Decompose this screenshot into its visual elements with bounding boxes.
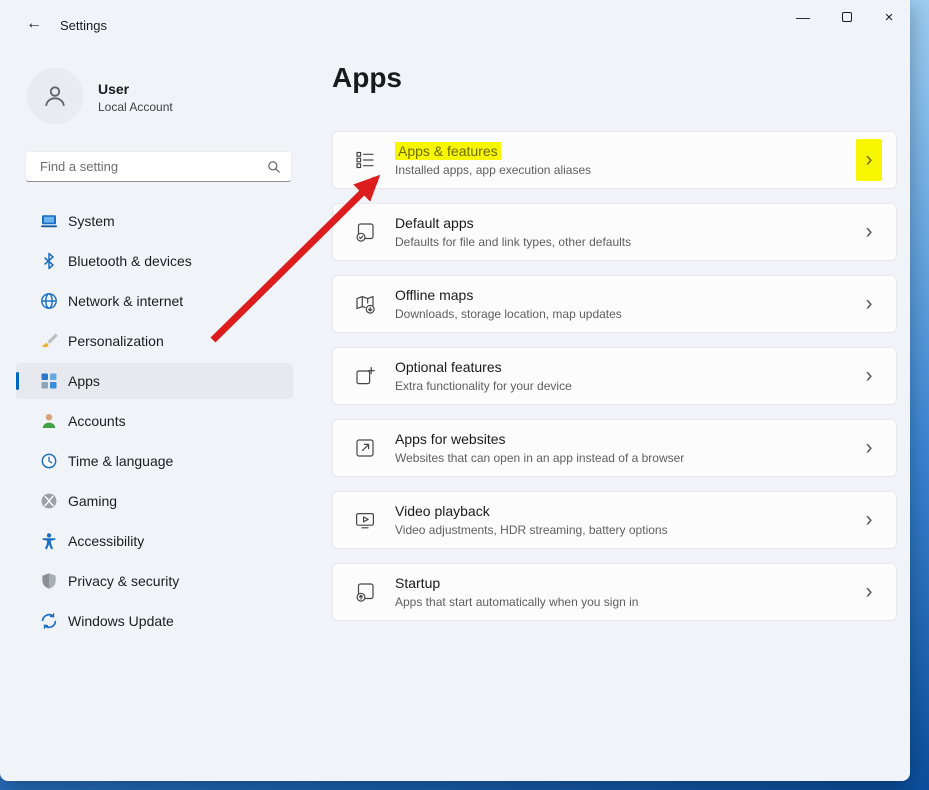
chevron-right-icon: › bbox=[856, 499, 882, 541]
card-offline-maps[interactable]: Offline maps Downloads, storage location… bbox=[332, 275, 897, 333]
window-title: Settings bbox=[60, 18, 107, 33]
card-video-playback[interactable]: Video playback Video adjustments, HDR st… bbox=[332, 491, 897, 549]
card-startup[interactable]: Startup Apps that start automatically wh… bbox=[332, 563, 897, 621]
card-subtitle: Video adjustments, HDR streaming, batter… bbox=[395, 523, 668, 537]
card-title: Optional features bbox=[395, 359, 572, 376]
personalization-icon bbox=[40, 332, 58, 350]
sidebar-item-time-language[interactable]: Time & language bbox=[16, 443, 293, 479]
accessibility-icon bbox=[40, 532, 58, 550]
close-button[interactable]: × bbox=[868, 0, 910, 34]
card-title: Video playback bbox=[395, 503, 668, 520]
selected-indicator bbox=[16, 372, 19, 390]
chevron-right-icon: › bbox=[856, 355, 882, 397]
maximize-icon bbox=[842, 12, 852, 22]
sidebar-item-privacy-security[interactable]: Privacy & security bbox=[16, 563, 293, 599]
bluetooth-icon bbox=[40, 252, 58, 270]
sidebar-item-windows-update[interactable]: Windows Update bbox=[16, 603, 293, 639]
sidebar-item-gaming[interactable]: Gaming bbox=[16, 483, 293, 519]
card-subtitle: Apps that start automatically when you s… bbox=[395, 595, 638, 609]
offline-maps-icon bbox=[353, 292, 377, 316]
sidebar-item-label: Privacy & security bbox=[68, 573, 179, 589]
sidebar-item-label: Apps bbox=[68, 373, 100, 389]
sidebar-item-accounts[interactable]: Accounts bbox=[16, 403, 293, 439]
back-arrow-icon: ← bbox=[26, 15, 42, 32]
sidebar-item-system[interactable]: System bbox=[16, 203, 293, 239]
sidebar-nav: System Bluetooth & devices Network & int… bbox=[16, 203, 293, 643]
sidebar-item-label: Personalization bbox=[68, 333, 164, 349]
search-icon bbox=[267, 160, 281, 174]
minimize-button[interactable]: — bbox=[782, 0, 824, 34]
startup-icon bbox=[353, 580, 377, 604]
privacy-security-icon bbox=[40, 572, 58, 590]
user-icon bbox=[41, 82, 69, 110]
user-account-type: Local Account bbox=[98, 100, 173, 114]
title-bar: ← Settings — × bbox=[0, 0, 910, 48]
close-icon: × bbox=[885, 9, 894, 26]
sidebar-item-label: Accessibility bbox=[68, 533, 144, 549]
card-subtitle: Downloads, storage location, map updates bbox=[395, 307, 622, 321]
windows-update-icon bbox=[40, 612, 58, 630]
sidebar-item-accessibility[interactable]: Accessibility bbox=[16, 523, 293, 559]
maximize-button[interactable] bbox=[826, 0, 868, 34]
card-title: Default apps bbox=[395, 215, 631, 232]
card-default-apps[interactable]: Default apps Defaults for file and link … bbox=[332, 203, 897, 261]
card-subtitle: Installed apps, app execution aliases bbox=[395, 163, 591, 177]
card-subtitle: Defaults for file and link types, other … bbox=[395, 235, 631, 249]
sidebar-item-personalization[interactable]: Personalization bbox=[16, 323, 293, 359]
page-title: Apps bbox=[332, 62, 402, 94]
sidebar-item-label: Network & internet bbox=[68, 293, 183, 309]
sidebar-item-label: Windows Update bbox=[68, 613, 174, 629]
apps-features-icon bbox=[353, 148, 377, 172]
sidebar-item-label: Gaming bbox=[68, 493, 117, 509]
card-title: Startup bbox=[395, 575, 638, 592]
accounts-icon bbox=[40, 412, 58, 430]
settings-window: ← Settings — × User Local Account S bbox=[0, 0, 910, 781]
card-subtitle: Websites that can open in an app instead… bbox=[395, 451, 684, 465]
sidebar-item-apps[interactable]: Apps bbox=[16, 363, 293, 399]
search-box bbox=[25, 151, 292, 182]
search-input[interactable] bbox=[38, 158, 267, 175]
apps-for-websites-icon bbox=[353, 436, 377, 460]
default-apps-icon bbox=[353, 220, 377, 244]
highlighted-text: Apps & features bbox=[395, 142, 501, 160]
card-title: Apps for websites bbox=[395, 431, 684, 448]
video-playback-icon bbox=[353, 508, 377, 532]
card-optional-features[interactable]: Optional features Extra functionality fo… bbox=[332, 347, 897, 405]
chevron-right-icon: › bbox=[856, 283, 882, 325]
card-apps-for-websites[interactable]: Apps for websites Websites that can open… bbox=[332, 419, 897, 477]
back-button[interactable]: ← bbox=[18, 10, 50, 38]
sidebar-item-network-internet[interactable]: Network & internet bbox=[16, 283, 293, 319]
chevron-right-icon: › bbox=[856, 139, 882, 181]
chevron-right-icon: › bbox=[856, 427, 882, 469]
chevron-right-icon: › bbox=[856, 211, 882, 253]
sidebar-item-bluetooth-devices[interactable]: Bluetooth & devices bbox=[16, 243, 293, 279]
sidebar-item-label: Time & language bbox=[68, 453, 173, 469]
network-icon bbox=[40, 292, 58, 310]
system-icon bbox=[40, 212, 58, 230]
card-apps-and-features[interactable]: Apps & features Installed apps, app exec… bbox=[332, 131, 897, 189]
optional-features-icon bbox=[353, 364, 377, 388]
card-title: Offline maps bbox=[395, 287, 622, 304]
apps-icon bbox=[40, 372, 58, 390]
avatar bbox=[27, 68, 83, 124]
minimize-icon: — bbox=[796, 9, 810, 25]
settings-card-list: Apps & features Installed apps, app exec… bbox=[332, 131, 897, 635]
time-language-icon bbox=[40, 452, 58, 470]
sidebar-item-label: Accounts bbox=[68, 413, 126, 429]
user-name: User bbox=[98, 81, 129, 97]
gaming-icon bbox=[40, 492, 58, 510]
chevron-right-icon: › bbox=[856, 571, 882, 613]
card-subtitle: Extra functionality for your device bbox=[395, 379, 572, 393]
sidebar-item-label: System bbox=[68, 213, 115, 229]
sidebar-item-label: Bluetooth & devices bbox=[68, 253, 192, 269]
card-title: Apps & features bbox=[395, 143, 591, 160]
